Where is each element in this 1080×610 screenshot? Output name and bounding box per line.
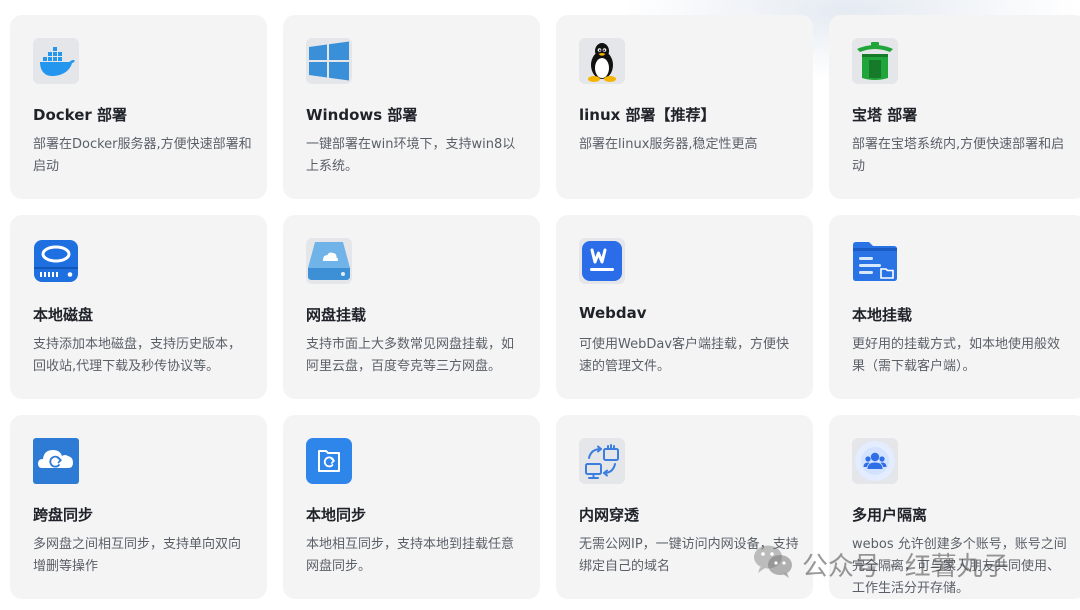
feature-grid: Docker 部署 部署在Docker服务器,方便快速部署和启动 Windows… <box>0 0 1080 610</box>
card-description: 多网盘之间相互同步，支持单向双向增删等操作 <box>33 537 242 574</box>
folder-icon <box>852 238 898 284</box>
network-tunnel-icon <box>579 438 625 484</box>
card-local-mount[interactable]: 本地挂载 更好用的挂载方式，如本地使用般效果（需下载客户端）。 <box>829 215 1080 399</box>
hard-disk-icon <box>33 238 79 284</box>
webdav-icon <box>579 238 625 284</box>
card-title: Docker 部署 <box>33 106 128 124</box>
card-description: 本地相互同步，支持本地到挂载任意网盘同步。 <box>306 537 515 574</box>
card-title: Webdav <box>579 304 647 322</box>
card-title: 本地挂载 <box>852 306 913 324</box>
cloud-disk-icon <box>306 238 352 284</box>
card-description: webos 允许创建多个账号，账号之间完全隔离，可与家人朋友共同使用、工作生活分… <box>852 537 1067 596</box>
card-local-disk[interactable]: 本地磁盘 支持添加本地磁盘，支持历史版本，回收站,代理下载及秒传协议等。 <box>10 215 267 399</box>
card-cross-drive-sync[interactable]: 跨盘同步 多网盘之间相互同步，支持单向双向增删等操作 <box>10 415 267 599</box>
card-local-sync[interactable]: 本地同步 本地相互同步，支持本地到挂载任意网盘同步。 <box>283 415 540 599</box>
card-description: 支持添加本地磁盘，支持历史版本，回收站,代理下载及秒传协议等。 <box>33 337 242 374</box>
card-description: 部署在linux服务器,稳定性更高 <box>579 137 758 152</box>
baota-pagoda-icon <box>852 38 898 84</box>
card-title: 本地同步 <box>306 506 367 524</box>
card-description: 一键部署在win环境下，支持win8以上系统。 <box>306 137 516 174</box>
card-title: Windows 部署 <box>306 106 418 124</box>
card-title: 跨盘同步 <box>33 506 94 524</box>
card-description: 更好用的挂载方式，如本地使用般效果（需下载客户端）。 <box>852 337 1061 374</box>
card-windows-deploy[interactable]: Windows 部署 一键部署在win环境下，支持win8以上系统。 <box>283 15 540 199</box>
card-title: 内网穿透 <box>579 506 640 524</box>
card-webdav[interactable]: Webdav 可使用WebDav客户端挂载，方便快速的管理文件。 <box>556 215 813 399</box>
cloud-sync-icon <box>33 438 79 484</box>
folder-sync-icon <box>306 438 352 484</box>
card-description: 支持市面上大多数常见网盘挂载，如阿里云盘，百度夸克等三方网盘。 <box>306 337 515 374</box>
card-description: 部署在Docker服务器,方便快速部署和启动 <box>33 137 252 174</box>
card-title: 网盘挂载 <box>306 306 367 324</box>
windows-icon <box>306 38 352 84</box>
card-linux-deploy[interactable]: linux 部署【推荐】 部署在linux服务器,稳定性更高 <box>556 15 813 199</box>
card-title: 本地磁盘 <box>33 306 94 324</box>
card-intranet-penetration[interactable]: 内网穿透 无需公网IP，一键访问内网设备，支持绑定自己的域名 <box>556 415 813 599</box>
users-icon <box>852 438 898 484</box>
docker-icon <box>33 38 79 84</box>
card-multi-user-isolation[interactable]: 多用户隔离 webos 允许创建多个账号，账号之间完全隔离，可与家人朋友共同使用… <box>829 415 1080 599</box>
card-baota-deploy[interactable]: 宝塔 部署 部署在宝塔系统内,方便快速部署和启动 <box>829 15 1080 199</box>
card-title: 多用户隔离 <box>852 506 928 524</box>
card-description: 部署在宝塔系统内,方便快速部署和启动 <box>852 137 1065 174</box>
linux-tux-icon <box>579 38 625 84</box>
card-docker-deploy[interactable]: Docker 部署 部署在Docker服务器,方便快速部署和启动 <box>10 15 267 199</box>
card-title: 宝塔 部署 <box>852 106 918 124</box>
card-description: 可使用WebDav客户端挂载，方便快速的管理文件。 <box>579 337 790 374</box>
card-description: 无需公网IP，一键访问内网设备，支持绑定自己的域名 <box>579 537 799 574</box>
card-cloud-mount[interactable]: 网盘挂载 支持市面上大多数常见网盘挂载，如阿里云盘，百度夸克等三方网盘。 <box>283 215 540 399</box>
card-title: linux 部署【推荐】 <box>579 106 716 124</box>
